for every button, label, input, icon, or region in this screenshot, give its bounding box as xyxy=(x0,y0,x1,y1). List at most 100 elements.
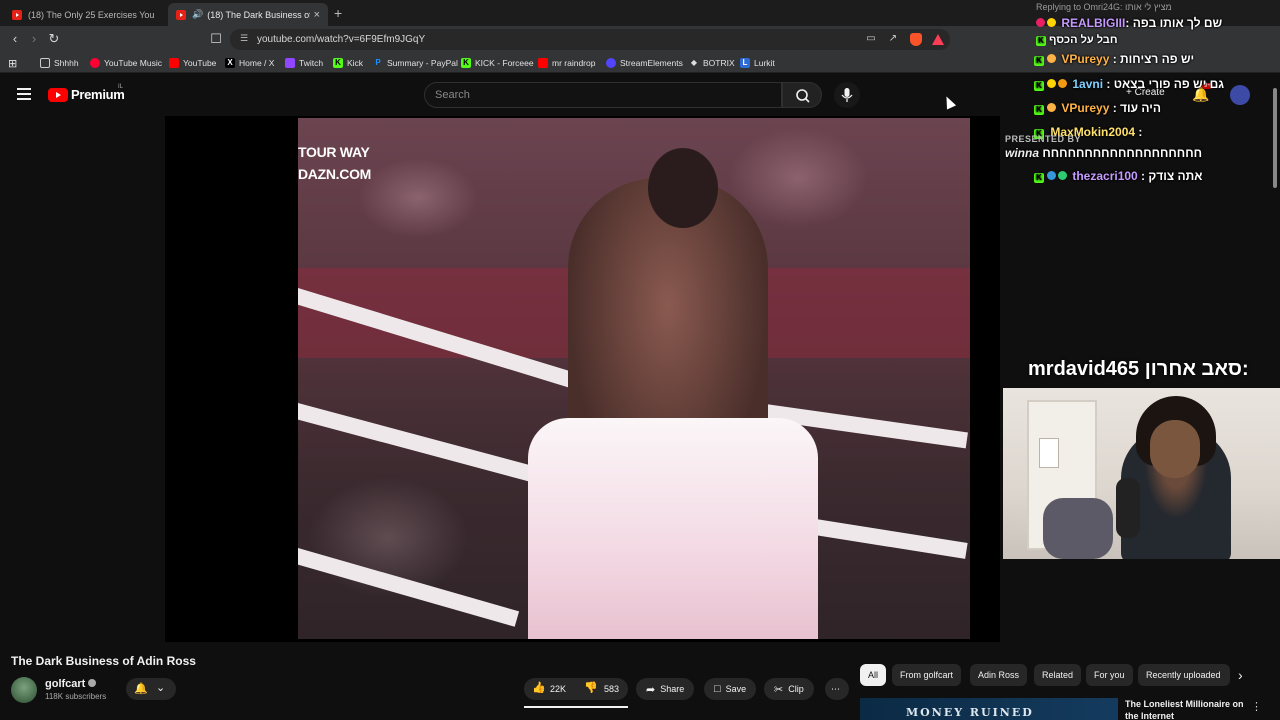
chevron-down-icon: ⌄ xyxy=(156,682,166,694)
dislike-count[interactable]: 583 xyxy=(604,684,619,694)
new-tab-button[interactable]: + xyxy=(334,5,342,21)
video-boxer-head xyxy=(648,148,718,228)
badge-icon xyxy=(1058,79,1067,88)
bookmark-icon[interactable]: ☐ xyxy=(208,31,224,47)
bookmark-lurkit[interactable]: L Lurkit xyxy=(740,56,775,70)
youtube-icon xyxy=(176,9,186,20)
channel-avatar[interactable] xyxy=(11,677,37,703)
badge-icon xyxy=(1047,18,1056,27)
streamelements-icon xyxy=(606,58,616,68)
channel-name[interactable]: golfcart xyxy=(45,678,97,690)
bookmark-botrix[interactable]: ◆ BOTRIX xyxy=(689,56,735,70)
save-icon: □ xyxy=(714,683,721,695)
last-subscriber-banner: mrdavid465 סאב אחרון: xyxy=(1028,358,1249,380)
reload-icon[interactable]: ↻ xyxy=(46,31,62,47)
site-info-icon[interactable]: ☰ xyxy=(240,33,248,44)
address-bar[interactable]: ☰ youtube.com/watch?v=6F9Efm9JGqY ▭ ↗ xyxy=(230,29,950,50)
paypal-icon: P xyxy=(375,58,381,67)
youtube-logo-icon xyxy=(48,87,68,102)
more-actions-button[interactable]: ⋯ xyxy=(825,678,849,700)
share-button[interactable]: ➦ Share xyxy=(636,678,695,700)
bookmark-streamelements[interactable]: StreamElements xyxy=(606,56,683,70)
save-button[interactable]: □ Save xyxy=(704,678,757,700)
verified-icon xyxy=(88,679,97,687)
recommended-title[interactable]: The Loneliest Millionaire on the Interne… xyxy=(1125,698,1245,720)
cast-icon[interactable]: ▭ xyxy=(864,33,878,46)
chip-recently-uploaded[interactable]: Recently uploaded xyxy=(1138,664,1230,686)
speaker-icon[interactable]: 🔊 xyxy=(192,9,203,20)
recommended-thumbnail[interactable]: MONEY RUINED xyxy=(860,698,1118,720)
menu-icon[interactable] xyxy=(17,88,31,100)
forward-icon[interactable]: › xyxy=(26,31,42,47)
chat-message-continued: winna חחחחחחחחחחחחחחחחחחח xyxy=(1005,146,1203,160)
brave-shields-icon[interactable] xyxy=(910,33,922,46)
botrix-icon: ◆ xyxy=(690,58,698,67)
chip-for-you[interactable]: For you xyxy=(1086,664,1133,686)
dislike-icon[interactable]: 👎 xyxy=(584,681,598,694)
back-icon[interactable]: ‹ xyxy=(7,31,23,47)
subscribed-bell-button[interactable]: 🔔 ⌄ xyxy=(126,678,176,700)
youtube-icon xyxy=(12,9,22,20)
chip-related[interactable]: Related xyxy=(1034,664,1082,686)
badge-icon xyxy=(1047,79,1056,88)
chip-all[interactable]: All xyxy=(860,664,886,686)
youtube-icon xyxy=(169,58,179,68)
twitch-icon xyxy=(285,58,295,68)
chip-from-golfcart[interactable]: From golfcart xyxy=(892,664,962,686)
bookmark-twitch[interactable]: Twitch xyxy=(285,56,323,70)
youtube-icon xyxy=(538,58,548,68)
video-title: The Dark Business of Adin Ross xyxy=(11,654,196,668)
bookmark-mr-raindrop[interactable]: mr raindrop xyxy=(538,56,595,70)
like-icon[interactable]: 👍 xyxy=(532,681,546,694)
search-input[interactable]: Search xyxy=(424,82,782,108)
bookmark-youtube-music[interactable]: YouTube Music xyxy=(90,56,162,70)
bookmark-paypal[interactable]: P Summary - PayPal xyxy=(373,56,458,70)
chip-adin-ross[interactable]: Adin Ross xyxy=(970,664,1028,686)
youtube-premium-logo[interactable]: Premium IL xyxy=(48,84,125,102)
chat-reply-to: Replying to Omri24G: מציץ לי אותו xyxy=(1036,2,1172,12)
logo-text: Premium xyxy=(71,87,125,102)
more-icon: ⋯ xyxy=(831,683,840,694)
sponsor-logo: winna xyxy=(1005,146,1040,160)
voice-search-button[interactable] xyxy=(834,82,860,108)
streamer-webcam xyxy=(1003,388,1280,559)
bookmark-shhhh[interactable]: Shhhh xyxy=(40,56,79,70)
kick-icon: K xyxy=(1036,36,1046,46)
folder-icon xyxy=(40,58,50,68)
youtube-music-icon xyxy=(90,58,100,68)
sponsor-presented-by: PRESENTED BY xyxy=(1005,134,1082,144)
like-underline xyxy=(524,706,628,708)
browser-tab[interactable]: (18) The Only 25 Exercises You Ever N xyxy=(4,3,164,26)
close-icon[interactable]: × xyxy=(314,9,320,21)
more-vert-icon[interactable]: ⋮ xyxy=(1251,700,1262,713)
badge-icon xyxy=(1047,103,1056,112)
badge-icon xyxy=(1047,171,1056,180)
video-overlay-text: TOUR WAY xyxy=(298,144,370,160)
kick-icon: K xyxy=(1034,56,1044,66)
country-code: IL xyxy=(118,84,124,90)
account-avatar[interactable] xyxy=(1230,85,1250,105)
tab-title: (18) The Dark Business of Adin xyxy=(207,9,310,20)
search-placeholder: Search xyxy=(435,89,470,101)
share-icon: ➦ xyxy=(646,683,656,696)
chat-message: REALBIGIII: שם לך אותו בפה xyxy=(1036,16,1222,30)
like-dislike-group: 👍 22K 👎 583 xyxy=(524,678,628,700)
brave-rewards-icon[interactable] xyxy=(932,34,944,45)
bookmark-x[interactable]: X Home / X xyxy=(225,56,274,70)
share-icon[interactable]: ↗ xyxy=(886,33,900,46)
chat-message: K 1avni : גם יש פה פורי בצאט xyxy=(1034,77,1224,91)
browser-tab-active[interactable]: 🔊 (18) The Dark Business of Adin × xyxy=(168,3,328,26)
bookmark-kick-forceee[interactable]: K KICK - Forceee xyxy=(461,56,534,70)
bookmark-kick[interactable]: K Kick xyxy=(333,56,363,70)
bookmark-youtube[interactable]: YouTube xyxy=(169,56,216,70)
apps-icon[interactable]: ⊞ xyxy=(8,56,17,70)
page-scrollbar[interactable] xyxy=(1273,88,1277,188)
kick-icon: K xyxy=(333,58,343,68)
badge-icon xyxy=(1047,54,1056,63)
chevron-right-icon[interactable]: › xyxy=(1238,667,1243,683)
clip-button[interactable]: ✂ Clip xyxy=(764,678,814,700)
search-button[interactable] xyxy=(782,82,822,108)
like-count[interactable]: 22K xyxy=(550,684,566,694)
webcam-couch xyxy=(1043,498,1113,559)
video-frame[interactable]: TOUR WAY DAZN.COM xyxy=(298,118,970,639)
